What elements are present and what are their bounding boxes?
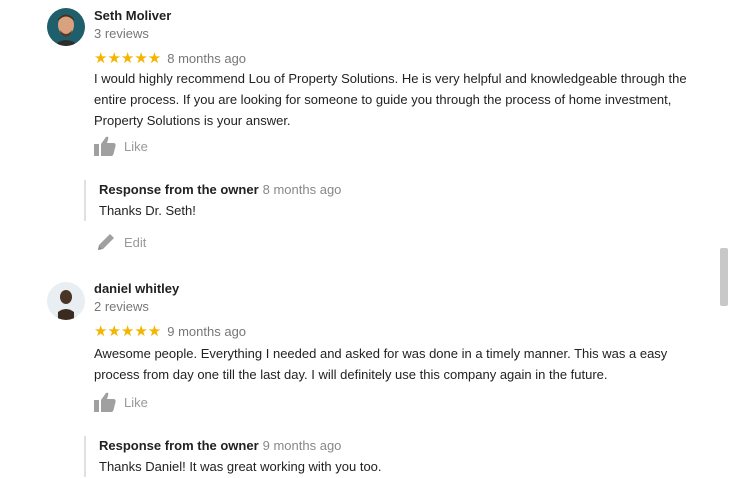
review-count[interactable]: 3 reviews	[94, 26, 149, 41]
review-count[interactable]: 2 reviews	[94, 299, 149, 314]
review-text: Awesome people. Everything I needed and …	[94, 346, 668, 382]
rating-row: ★★★★★ 9 months ago	[94, 322, 246, 340]
avatar[interactable]	[47, 8, 85, 46]
like-label: Like	[124, 138, 148, 154]
response-title: Response from the owner	[99, 182, 259, 197]
like-button[interactable]: Like	[94, 392, 148, 412]
owner-response: Response from the owner 8 months ago Than…	[84, 180, 699, 221]
thumbs-up-icon	[94, 136, 116, 156]
response-date: 9 months ago	[262, 438, 342, 453]
reviewer-name[interactable]: Seth Moliver	[94, 8, 171, 23]
like-button[interactable]: Like	[94, 136, 148, 156]
scrollbar-thumb[interactable]	[720, 248, 728, 306]
review-date: 8 months ago	[167, 50, 247, 66]
avatar[interactable]	[47, 282, 85, 320]
thumbs-up-icon	[94, 392, 116, 412]
rating-row: ★★★★★ 8 months ago	[94, 49, 246, 67]
star-rating: ★★★★★	[94, 50, 162, 67]
edit-label: Edit	[124, 234, 147, 250]
review-date: 9 months ago	[167, 323, 247, 339]
response-text: Thanks Dr. Seth!	[99, 203, 196, 218]
pencil-icon	[98, 234, 114, 250]
reviewer-name[interactable]: daniel whitley	[94, 281, 179, 296]
edit-button[interactable]: Edit	[96, 232, 146, 252]
response-text: Thanks Daniel! It was great working with…	[99, 459, 382, 474]
response-date: 8 months ago	[262, 182, 342, 197]
like-label: Like	[124, 394, 148, 410]
response-title: Response from the owner	[99, 438, 259, 453]
owner-response: Response from the owner 9 months ago Than…	[84, 436, 699, 477]
star-rating: ★★★★★	[94, 323, 162, 340]
review-text: I would highly recommend Lou of Property…	[94, 71, 687, 128]
